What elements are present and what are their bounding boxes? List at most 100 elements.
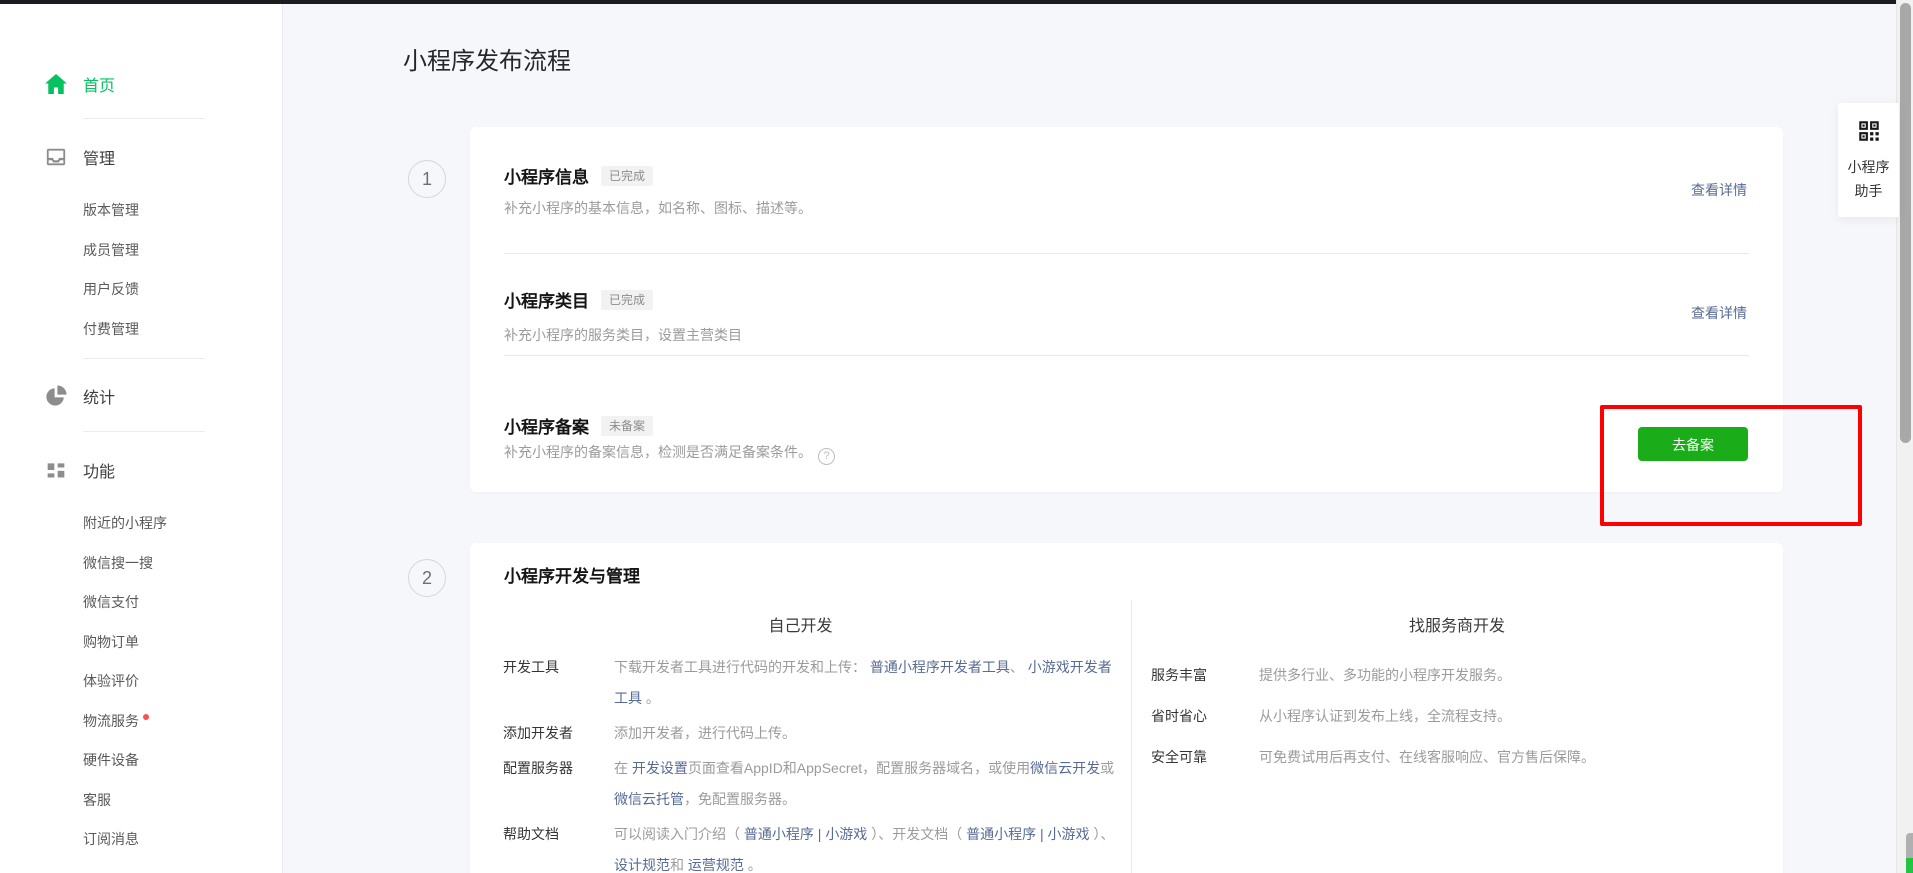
row-dev-tools: 开发工具 下载开发者工具进行代码的开发和上传： 普通小程序开发者工具、 小游戏开… bbox=[503, 652, 1123, 714]
scrollbar-thumb[interactable] bbox=[1900, 3, 1911, 443]
go-beian-button[interactable]: 去备案 bbox=[1638, 427, 1748, 461]
row-description: 从小程序认证到发布上线，全流程支持。 bbox=[1259, 706, 1511, 726]
design-guidelines-link[interactable]: 设计规范 bbox=[614, 857, 670, 873]
row-rich-service: 服务丰富 提供多行业、多功能的小程序开发服务。 bbox=[1151, 665, 1751, 685]
sidebar-item-customer-service[interactable]: 客服 bbox=[0, 781, 282, 821]
separator: | bbox=[814, 826, 825, 842]
sidebar-item-hardware-devices[interactable]: 硬件设备 bbox=[0, 741, 282, 781]
sidebar-item-label: 功能 bbox=[83, 458, 115, 482]
row-label: 安全可靠 bbox=[1151, 747, 1259, 767]
sidebar-item-label: 体验评价 bbox=[83, 673, 139, 689]
sidebar-item-shopping-orders[interactable]: 购物订单 bbox=[0, 623, 282, 663]
section-beian-title-row: 小程序备案 未备案 bbox=[504, 413, 653, 438]
sidebar-item-label: 客服 bbox=[83, 792, 111, 808]
row-description: 可免费试用后再支付、在线客服响应、官方售后保障。 bbox=[1259, 747, 1595, 767]
row-safe-reliable: 安全可靠 可免费试用后再支付、在线客服响应、官方售后保障。 bbox=[1151, 747, 1751, 767]
beian-desc-text: 补充小程序的备案信息，检测是否满足备案条件。 bbox=[504, 444, 812, 460]
corner-floating-widget[interactable] bbox=[1906, 833, 1913, 873]
sidebar-item-wechat-pay[interactable]: 微信支付 bbox=[0, 583, 282, 623]
separator: | bbox=[1036, 826, 1047, 842]
section-title: 小程序备案 bbox=[504, 413, 589, 438]
divider bbox=[83, 431, 205, 432]
section-title: 小程序信息 bbox=[504, 163, 589, 188]
section-description: 补充小程序的服务类目，设置主营类目 bbox=[504, 325, 742, 345]
row-save-time: 省时省心 从小程序认证到发布上线，全流程支持。 bbox=[1151, 706, 1751, 726]
home-icon bbox=[45, 73, 67, 95]
features-sub-list: 附近的小程序 微信搜一搜 微信支付 购物订单 体验评价 物流服务 硬件设备 客服… bbox=[0, 504, 282, 860]
row-label: 开发工具 bbox=[503, 652, 614, 714]
row-configure-server: 配置服务器 在 开发设置页面查看AppID和AppSecret，配置服务器域名，… bbox=[503, 753, 1123, 815]
text: 可以阅读入门介绍（ bbox=[614, 826, 744, 842]
column-header-service-provider: 找服务商开发 bbox=[1131, 612, 1783, 636]
view-details-link[interactable]: 查看详情 bbox=[1691, 303, 1747, 323]
sidebar-item-version-manage[interactable]: 版本管理 bbox=[0, 191, 282, 231]
divider bbox=[83, 358, 205, 359]
cloud-dev-link[interactable]: 微信云开发 bbox=[1030, 760, 1100, 776]
text: 下载开发者工具进行代码的开发和上传： bbox=[614, 659, 870, 675]
step-2-number: 2 bbox=[408, 559, 446, 597]
sidebar-item-label: 订阅消息 bbox=[83, 831, 139, 847]
text: ）、 bbox=[1090, 826, 1119, 842]
operation-guidelines-link[interactable]: 运营规范 bbox=[688, 857, 744, 873]
row-description: 在 开发设置页面查看AppID和AppSecret，配置服务器域名，或使用微信云… bbox=[614, 753, 1119, 815]
sidebar-item-label: 管理 bbox=[83, 145, 115, 169]
text: 添加开发者，进行代码上传。 bbox=[614, 725, 796, 741]
inbox-icon bbox=[45, 146, 67, 168]
miniprogram-devtools-link[interactable]: 普通小程序开发者工具 bbox=[870, 659, 1010, 675]
sidebar-item-label: 购物订单 bbox=[83, 634, 139, 650]
sidebar-item-features[interactable]: 功能 bbox=[0, 450, 282, 490]
row-description: 添加开发者，进行代码上传。 bbox=[614, 718, 1119, 749]
sidebar-item-member-manage[interactable]: 成员管理 bbox=[0, 231, 282, 271]
sidebar-item-wechat-search[interactable]: 微信搜一搜 bbox=[0, 544, 282, 584]
sidebar-item-label: 微信搜一搜 bbox=[83, 555, 153, 571]
miniprogram-assistant-panel[interactable]: 小程序 助手 bbox=[1838, 103, 1899, 218]
cloud-hosting-link[interactable]: 微信云托管 bbox=[614, 791, 684, 807]
intro-minigame-link[interactable]: 小游戏 bbox=[825, 826, 867, 842]
text: 、 bbox=[1010, 659, 1028, 675]
sidebar-item-home[interactable]: 首页 bbox=[0, 64, 282, 104]
manage-sub-list: 版本管理 成员管理 用户反馈 付费管理 bbox=[0, 191, 282, 349]
text: 页面查看AppID和AppSecret，配置服务器域名，或使用 bbox=[688, 760, 1030, 776]
grid-icon bbox=[45, 459, 67, 481]
sidebar-item-label: 微信支付 bbox=[83, 594, 139, 610]
sidebar-item-paid-manage[interactable]: 付费管理 bbox=[0, 310, 282, 350]
sidebar-item-user-feedback[interactable]: 用户反馈 bbox=[0, 270, 282, 310]
row-label: 帮助文档 bbox=[503, 819, 614, 873]
sidebar-item-subscribe-message[interactable]: 订阅消息 bbox=[0, 820, 282, 860]
divider bbox=[504, 355, 1749, 356]
row-label: 添加开发者 bbox=[503, 718, 614, 749]
assistant-label-line2: 助手 bbox=[1838, 179, 1899, 203]
assistant-label-line1: 小程序 bbox=[1838, 155, 1899, 179]
help-icon[interactable]: ? bbox=[818, 448, 835, 465]
text: 和 bbox=[670, 857, 688, 873]
sidebar-item-label: 付费管理 bbox=[83, 321, 139, 337]
service-provider-rows: 服务丰富 提供多行业、多功能的小程序开发服务。 省时省心 从小程序认证到发布上线… bbox=[1151, 665, 1751, 788]
sidebar-item-label: 统计 bbox=[83, 384, 115, 408]
section-description: 补充小程序的基本信息，如名称、图标、描述等。 bbox=[504, 198, 812, 218]
sidebar-item-nearby-miniprogram[interactable]: 附近的小程序 bbox=[0, 504, 282, 544]
text: ）、开发文档（ bbox=[867, 826, 966, 842]
section-description: 补充小程序的备案信息，检测是否满足备案条件。? bbox=[504, 442, 835, 465]
view-details-link[interactable]: 查看详情 bbox=[1691, 180, 1747, 200]
sidebar-item-label: 硬件设备 bbox=[83, 752, 139, 768]
intro-miniprogram-link[interactable]: 普通小程序 bbox=[744, 826, 814, 842]
sidebar-item-logistics-service[interactable]: 物流服务 bbox=[0, 702, 282, 742]
row-description: 提供多行业、多功能的小程序开发服务。 bbox=[1259, 665, 1511, 685]
sidebar-item-label: 附近的小程序 bbox=[83, 515, 167, 531]
docs-minigame-link[interactable]: 小游戏 bbox=[1048, 826, 1090, 842]
docs-miniprogram-link[interactable]: 普通小程序 bbox=[966, 826, 1036, 842]
status-badge: 已完成 bbox=[601, 166, 653, 186]
corner-widget-gray-part bbox=[1906, 833, 1913, 858]
row-add-developer: 添加开发者 添加开发者，进行代码上传。 bbox=[503, 718, 1123, 749]
corner-widget-green-part bbox=[1906, 858, 1913, 873]
section-category-title-row: 小程序类目 已完成 bbox=[504, 287, 653, 312]
sidebar-item-experience-review[interactable]: 体验评价 bbox=[0, 662, 282, 702]
mini-program-console: 首页 管理 版本管理 成员管理 用户反馈 付费管理 统计 功能 bbox=[0, 0, 1913, 873]
dev-settings-link[interactable]: 开发设置 bbox=[632, 760, 688, 776]
column-divider bbox=[1131, 600, 1132, 873]
sidebar-item-label: 首页 bbox=[83, 72, 115, 96]
sidebar-item-statistics[interactable]: 统计 bbox=[0, 376, 282, 416]
section-title: 小程序类目 bbox=[504, 287, 589, 312]
sidebar-item-manage[interactable]: 管理 bbox=[0, 137, 282, 177]
card-title: 小程序开发与管理 bbox=[504, 562, 640, 587]
